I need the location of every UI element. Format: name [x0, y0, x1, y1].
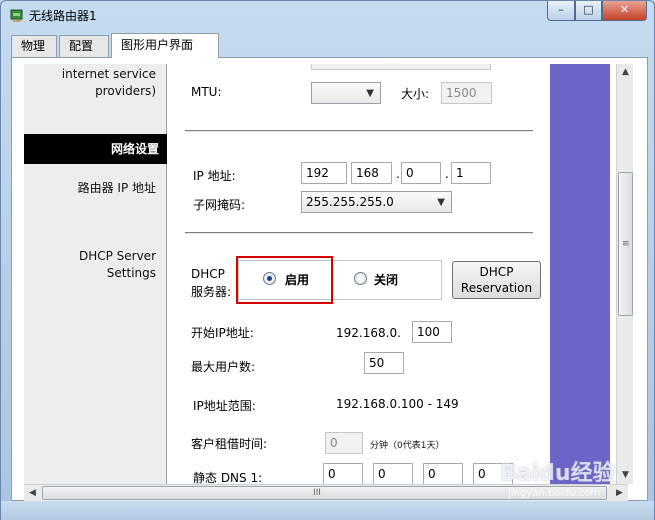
purple-side-panel	[550, 64, 610, 484]
dns1-octet-1[interactable]: 0	[323, 463, 363, 484]
sidebar-isp-label: internet service providers)	[61, 67, 156, 98]
chevron-down-icon: ▼	[366, 88, 374, 99]
watermark-main-text: Baidu经验	[500, 461, 615, 486]
watermark-sub-text: jingyan.baidu.com	[508, 488, 601, 499]
title-bar: 无线路由器1 – □ ✕	[1, 1, 654, 27]
router-window: 无线路由器1 – □ ✕ 物理 配置 图形用户界面 internet servi…	[0, 0, 655, 520]
tab-config[interactable]: 配置	[59, 35, 109, 57]
ip-octet-1[interactable]: 192	[301, 162, 347, 184]
chevron-down-icon: ▼	[437, 197, 445, 208]
mtu-select[interactable]: ▼	[311, 82, 381, 104]
lease-time-input[interactable]: 0	[325, 432, 363, 454]
settings-content: MTU: ▼ 大小: 1500 IP 地址: 192 . 168 . 0 . 1…	[168, 64, 550, 484]
settings-sidebar: internet service providers) 网络设置 路由器 IP …	[24, 64, 167, 484]
section-divider	[185, 232, 533, 234]
maximize-button[interactable]: □	[575, 1, 602, 21]
scroll-left-icon[interactable]: ◀	[24, 485, 41, 501]
start-ip-label: 开始IP地址:	[191, 326, 254, 340]
subnet-mask-select[interactable]: 255.255.255.0 ▼	[301, 191, 452, 213]
ip-octet-4[interactable]: 1	[451, 162, 491, 184]
baidu-watermark: Baidu经验 jingyan.baidu.com	[500, 455, 650, 515]
dhcp-disable-radio[interactable]	[354, 272, 367, 285]
tab-gui[interactable]: 图形用户界面	[111, 33, 219, 58]
dhcp-reservation-line2: Reservation	[460, 281, 533, 295]
router-app-icon	[10, 9, 23, 22]
sidebar-network-settings: 网络设置	[24, 134, 167, 164]
ip-range-label: IP地址范围:	[193, 399, 256, 413]
section-divider	[185, 130, 533, 132]
max-users-input[interactable]: 50	[364, 352, 404, 374]
dns1-octet-2[interactable]: 0	[373, 463, 413, 484]
annotation-highlight-box	[236, 256, 333, 304]
dns1-octet-3[interactable]: 0	[423, 463, 463, 484]
ip-octet-2[interactable]: 168	[351, 162, 392, 184]
tab-physical[interactable]: 物理	[11, 35, 57, 57]
minimize-button[interactable]: –	[547, 1, 575, 21]
dhcp-reservation-line1: DHCP	[479, 265, 514, 279]
mtu-size-label: 大小:	[401, 87, 430, 101]
vertical-scrollbar[interactable]: ▲ ≡ ▼	[616, 64, 633, 484]
dhcp-label-line1: DHCP	[191, 267, 225, 281]
max-users-label: 最大用户数:	[191, 360, 256, 374]
grip-icon: III	[313, 488, 321, 498]
sidebar-router-ip: 路由器 IP 地址	[77, 181, 156, 195]
sidebar-dhcp-settings: DHCP Server Settings	[78, 249, 156, 280]
window-title: 无线路由器1	[29, 9, 97, 23]
lease-time-note: 分钟（0代表1天）	[370, 441, 445, 451]
cut-off-field	[311, 64, 491, 70]
subnet-mask-label: 子网掩码:	[193, 198, 246, 212]
dhcp-disable-label[interactable]: 关闭	[374, 271, 398, 288]
grip-icon: ≡	[622, 239, 630, 249]
ip-range-value: 192.168.0.100 - 149	[336, 397, 459, 411]
ip-dot: .	[396, 167, 400, 181]
mtu-size-input[interactable]: 1500	[441, 82, 492, 104]
dns1-label: 静态 DNS 1:	[193, 471, 263, 484]
ip-dot: .	[445, 167, 449, 181]
vertical-scroll-thumb[interactable]: ≡	[618, 172, 633, 316]
mtu-label: MTU:	[191, 85, 222, 99]
start-ip-prefix: 192.168.0.	[336, 326, 401, 340]
ip-address-label: IP 地址:	[193, 169, 236, 183]
start-ip-input[interactable]: 100	[412, 321, 452, 343]
close-button[interactable]: ✕	[602, 1, 647, 21]
scroll-up-icon[interactable]: ▲	[617, 64, 634, 81]
ip-octet-3[interactable]: 0	[401, 162, 441, 184]
lease-time-label: 客户租借时间:	[191, 437, 268, 451]
scroll-viewport: internet service providers) 网络设置 路由器 IP …	[24, 64, 628, 484]
gui-panel: internet service providers) 网络设置 路由器 IP …	[11, 57, 648, 501]
dhcp-label-line2: 服务器:	[191, 285, 232, 299]
subnet-mask-value: 255.255.255.0	[306, 195, 394, 209]
dhcp-reservation-button[interactable]: DHCP Reservation	[452, 261, 541, 299]
